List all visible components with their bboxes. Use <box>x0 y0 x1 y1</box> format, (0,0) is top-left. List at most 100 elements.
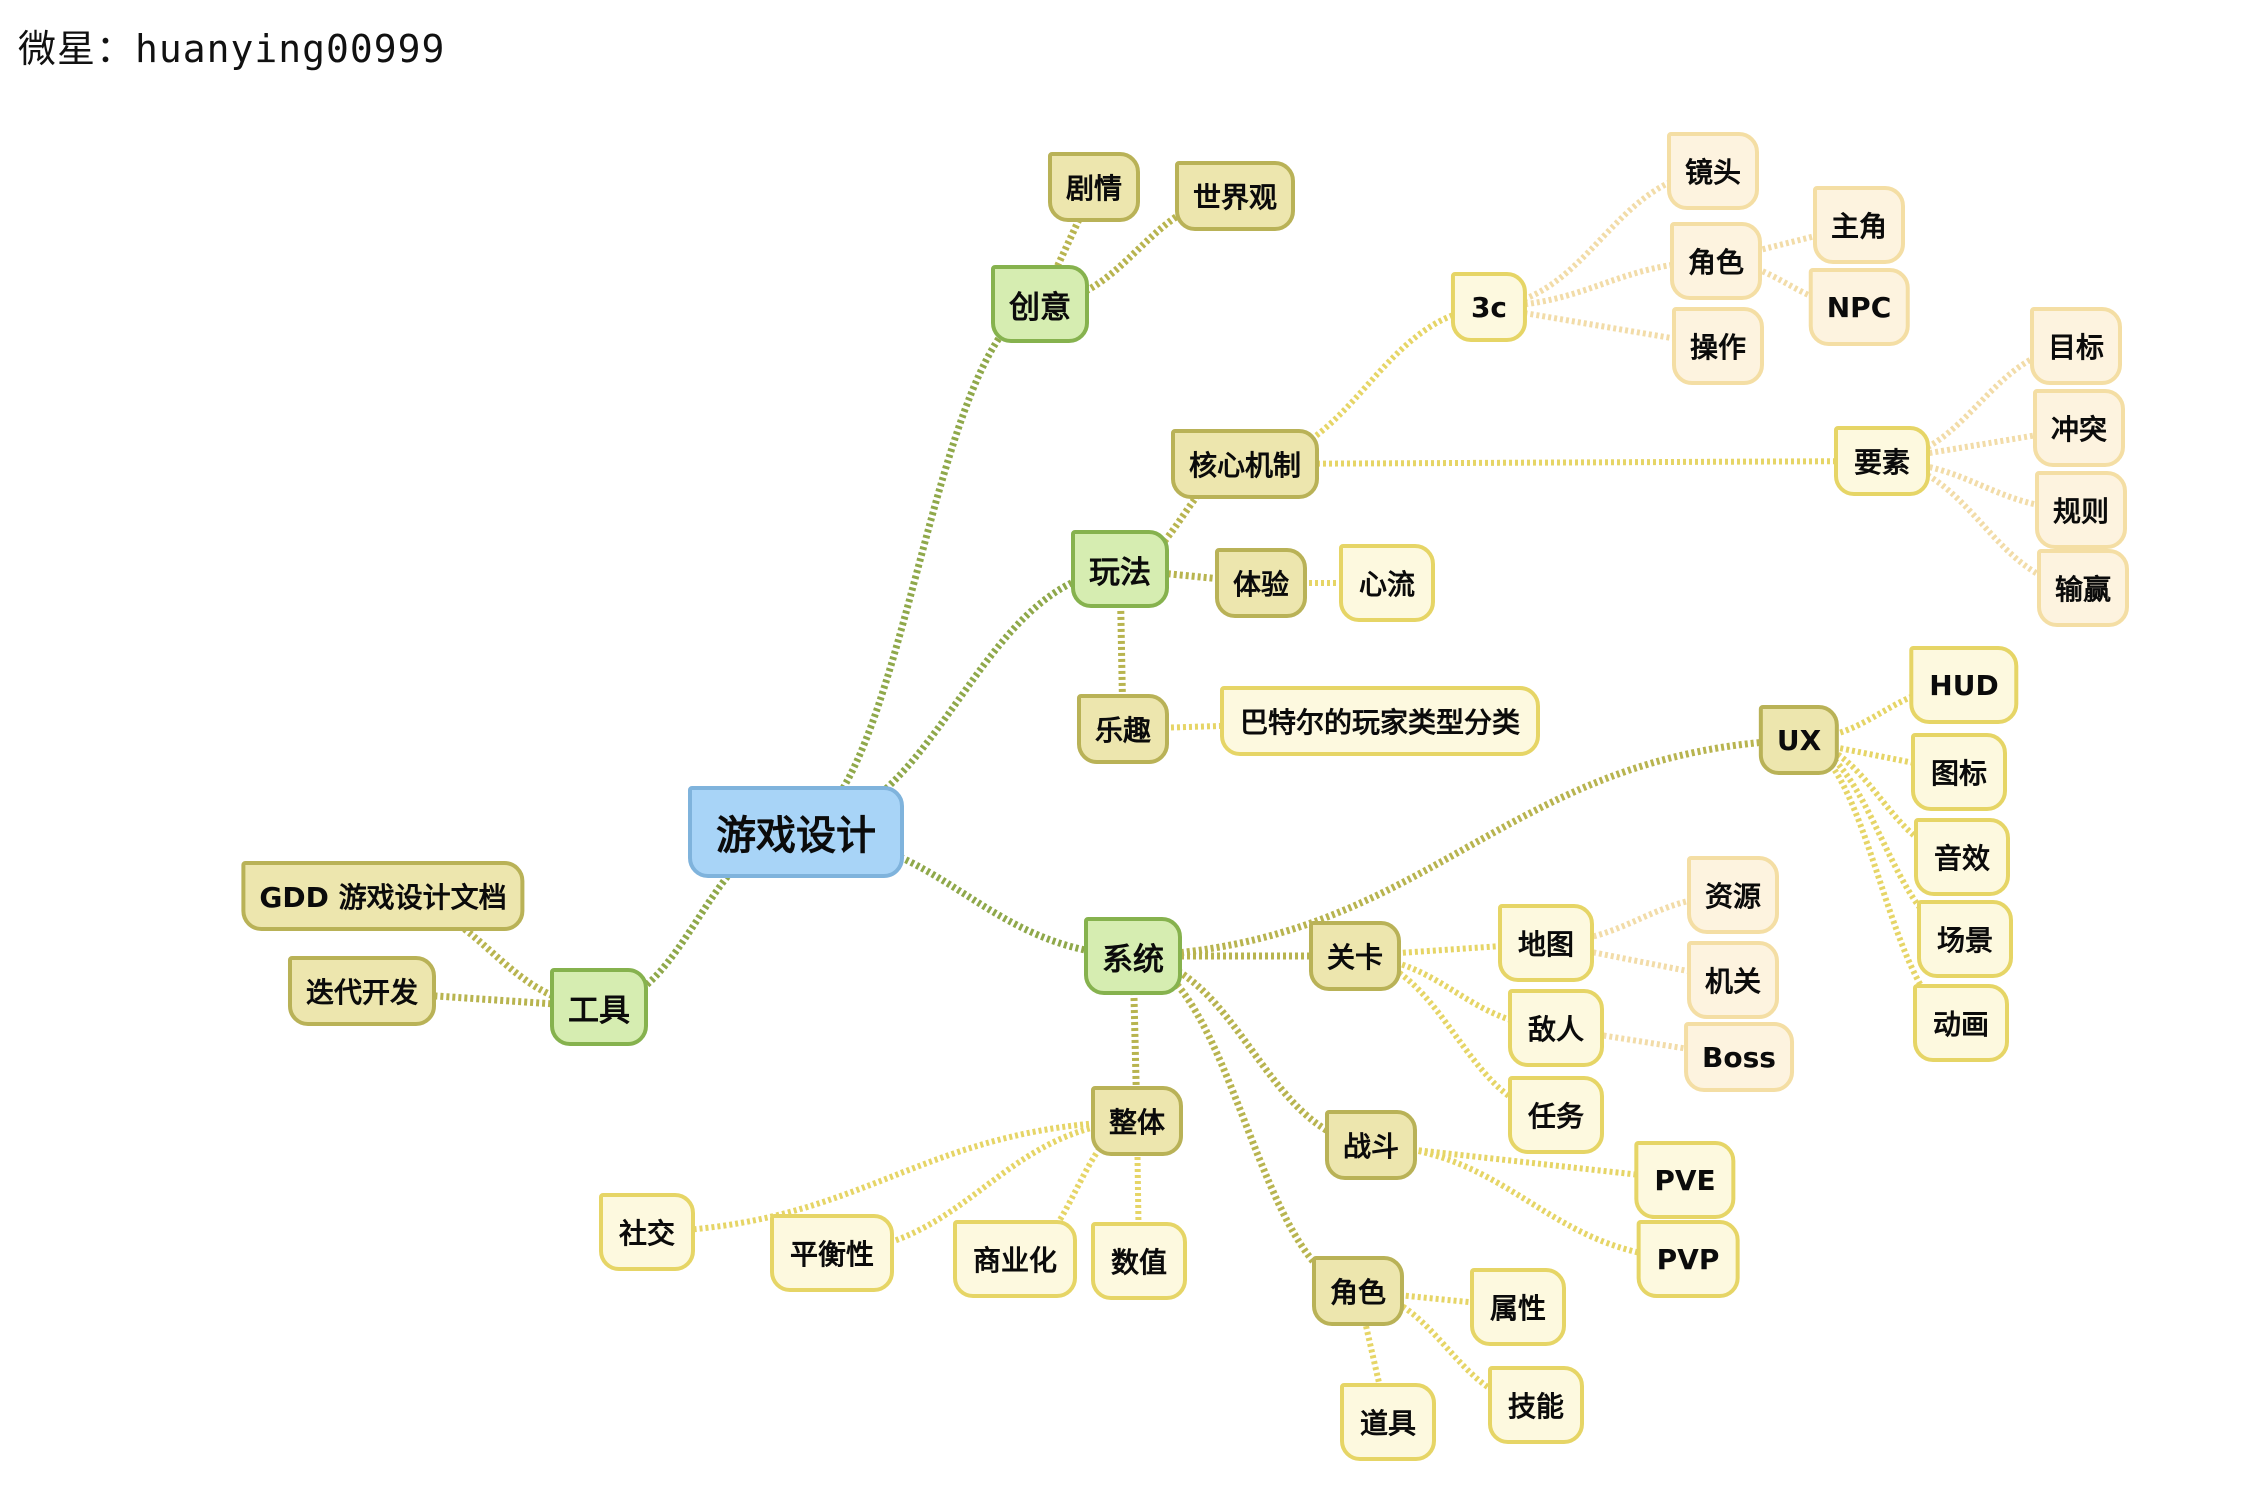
topic-label: 世界观 <box>1192 181 1278 214</box>
topic-label: 社交 <box>618 1217 676 1250</box>
topic-label: Boss <box>1702 1040 1776 1074</box>
topic-node-chuangyi[interactable]: 创意 <box>991 265 1089 343</box>
topic-label: 创意 <box>1009 289 1071 326</box>
topic-label: 图标 <box>1930 757 1988 790</box>
topic-label: 游戏设计 <box>716 813 876 859</box>
topic-node-jingtou[interactable]: 镜头 <box>1666 132 1760 210</box>
topic-node-renwu[interactable]: 任务 <box>1507 1076 1605 1154</box>
topic-label: 整体 <box>1108 1106 1166 1139</box>
topic-node-gdd[interactable]: GDD 游戏设计文档 <box>241 861 525 931</box>
topic-label: 机关 <box>1704 965 1762 998</box>
topic-node-npc[interactable]: NPC <box>1808 268 1910 346</box>
topic-label: 技能 <box>1507 1390 1565 1423</box>
topic-node-zhandou[interactable]: 战斗 <box>1324 1110 1418 1180</box>
topic-node-gongju[interactable]: 工具 <box>550 968 648 1046</box>
topic-node-bartle[interactable]: 巴特尔的玩家类型分类 <box>1219 686 1541 756</box>
topic-label: 战斗 <box>1342 1130 1400 1163</box>
topic-node-ux[interactable]: UX <box>1758 705 1840 775</box>
topic-node-hexinjizhi[interactable]: 核心机制 <box>1170 429 1320 499</box>
topic-node-pinghengxing[interactable]: 平衡性 <box>769 1214 895 1292</box>
topic-node-juqing[interactable]: 剧情 <box>1047 152 1141 222</box>
topic-label: 动画 <box>1932 1008 1990 1041</box>
topic-node-zhujiao[interactable]: 主角 <box>1812 186 1906 264</box>
topic-label: 主角 <box>1830 210 1888 243</box>
topic-label: 音效 <box>1933 842 1991 875</box>
topic-node-xinliu[interactable]: 心流 <box>1338 544 1436 622</box>
topic-node-tiyan[interactable]: 体验 <box>1214 548 1308 618</box>
topic-node-pvp[interactable]: PVP <box>1636 1220 1740 1298</box>
topic-node-shangyehua[interactable]: 商业化 <box>952 1220 1078 1298</box>
topic-node-juese3c[interactable]: 角色 <box>1669 222 1763 300</box>
topic-label: 平衡性 <box>789 1238 875 1271</box>
topic-label: 冲突 <box>2050 413 2108 446</box>
topic-label: 地图 <box>1517 928 1575 961</box>
topic-node-3c[interactable]: 3c <box>1450 272 1528 342</box>
topic-node-guize[interactable]: 规则 <box>2034 471 2128 549</box>
topic-node-tubiao[interactable]: 图标 <box>1910 733 2008 811</box>
topic-label: 角色 <box>1329 1276 1387 1309</box>
topic-node-juese[interactable]: 角色 <box>1311 1256 1405 1326</box>
topic-node-ziyuan[interactable]: 资源 <box>1686 856 1780 934</box>
topic-node-lequ[interactable]: 乐趣 <box>1076 694 1170 764</box>
topic-node-shejiao[interactable]: 社交 <box>598 1193 696 1271</box>
topic-label: 体验 <box>1232 568 1290 601</box>
topic-label: 属性 <box>1489 1292 1547 1325</box>
topic-label: 心流 <box>1358 568 1416 601</box>
topic-label: 核心机制 <box>1188 449 1302 482</box>
topic-label: 镜头 <box>1684 156 1742 189</box>
topic-label: PVP <box>1656 1242 1720 1276</box>
topic-node-pve[interactable]: PVE <box>1634 1141 1736 1219</box>
topic-node-wanfa[interactable]: 玩法 <box>1071 530 1169 608</box>
topic-node-shuxing[interactable]: 属性 <box>1469 1268 1567 1346</box>
topic-node-yaosu[interactable]: 要素 <box>1833 426 1931 496</box>
topic-label: 乐趣 <box>1094 714 1152 747</box>
topic-label: NPC <box>1826 290 1892 324</box>
topic-label: 迭代开发 <box>305 976 419 1009</box>
topic-label: 商业化 <box>972 1244 1058 1277</box>
topic-label: 数值 <box>1110 1246 1168 1279</box>
topic-label: 场景 <box>1936 924 1994 957</box>
topic-node-hud[interactable]: HUD <box>1909 646 2019 724</box>
connector-zhengti-shejiao <box>646 1118 1138 1235</box>
topic-label: 资源 <box>1704 880 1762 913</box>
topic-node-shijieguan[interactable]: 世界观 <box>1174 161 1296 231</box>
topic-node-changjing[interactable]: 场景 <box>1916 900 2014 978</box>
topic-label: 巴特尔的玩家类型分类 <box>1239 706 1521 739</box>
topic-node-diren[interactable]: 敌人 <box>1507 989 1605 1067</box>
topic-label: 操作 <box>1689 331 1747 364</box>
topic-label: 要素 <box>1853 446 1911 479</box>
topic-label: 剧情 <box>1065 172 1123 205</box>
root-node[interactable]: 游戏设计 <box>688 786 904 878</box>
topic-node-jiguan[interactable]: 机关 <box>1686 941 1780 1019</box>
connector-hexinjizhi-yaosu <box>1244 458 1883 467</box>
topic-label: 系统 <box>1102 941 1164 978</box>
topic-node-mubiao[interactable]: 目标 <box>2029 307 2123 385</box>
topic-label: 角色 <box>1687 246 1745 279</box>
topic-label: GDD 游戏设计文档 <box>259 881 507 914</box>
topic-node-daoju[interactable]: 道具 <box>1339 1383 1437 1461</box>
topic-node-zhengti[interactable]: 整体 <box>1090 1086 1184 1156</box>
topic-label: 输赢 <box>2054 573 2112 606</box>
topic-label: UX <box>1776 723 1822 757</box>
topic-node-boss[interactable]: Boss <box>1684 1022 1794 1092</box>
topic-label: 任务 <box>1527 1100 1585 1133</box>
topic-node-jineng[interactable]: 技能 <box>1487 1366 1585 1444</box>
topic-label: 玩法 <box>1089 554 1151 591</box>
topic-label: 工具 <box>568 992 630 1029</box>
topic-node-caozuo[interactable]: 操作 <box>1671 307 1765 385</box>
topic-label: 敌人 <box>1527 1013 1585 1046</box>
topic-node-diedai[interactable]: 迭代开发 <box>287 956 437 1026</box>
topic-node-donghua[interactable]: 动画 <box>1912 984 2010 1062</box>
topic-node-guanka[interactable]: 关卡 <box>1308 921 1402 991</box>
topic-label: PVE <box>1654 1163 1716 1197</box>
topic-label: 关卡 <box>1326 941 1384 974</box>
topic-label: 道具 <box>1359 1407 1417 1440</box>
topic-label: 目标 <box>2047 331 2105 364</box>
topic-node-ditu[interactable]: 地图 <box>1497 904 1595 982</box>
topic-node-shuying[interactable]: 输赢 <box>2036 549 2130 627</box>
topic-node-xitong[interactable]: 系统 <box>1084 917 1182 995</box>
topic-node-chongtu[interactable]: 冲突 <box>2032 389 2126 467</box>
topic-node-shuzhi[interactable]: 数值 <box>1090 1222 1188 1300</box>
topic-label: 3c <box>1470 290 1508 324</box>
topic-node-yinxiao[interactable]: 音效 <box>1913 818 2011 896</box>
